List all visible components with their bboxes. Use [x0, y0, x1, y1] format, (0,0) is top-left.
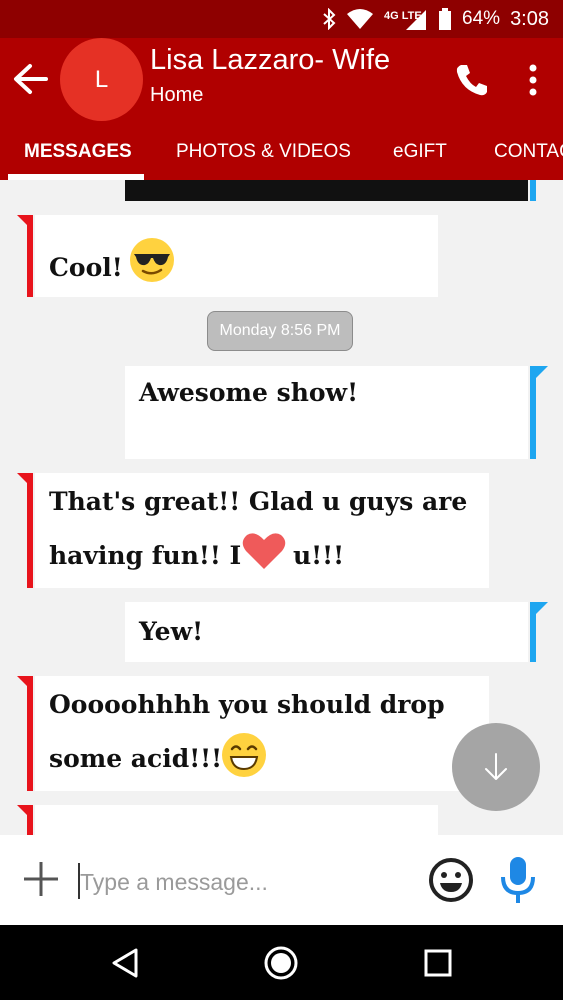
- avatar-initial: L: [94, 65, 109, 93]
- message-bubble-incoming[interactable]: That's great!! Glad u guys are having fu…: [35, 473, 489, 588]
- message-input[interactable]: [80, 865, 410, 899]
- message-bubble-incoming[interactable]: Ooooohhhh you should drop some acid!!!!: [35, 676, 489, 791]
- nav-back-icon[interactable]: [108, 945, 144, 981]
- message-text-line2: some acid!!!!: [49, 744, 234, 773]
- outgoing-accent: [530, 180, 536, 201]
- contact-subtitle: Home: [150, 84, 204, 106]
- message-text-line2b: u!!!: [293, 541, 345, 570]
- message-text: Awesome show!: [139, 378, 359, 407]
- battery-percent: 64%: [462, 8, 501, 29]
- contact-name: Lisa Lazzaro- Wife: [150, 44, 391, 76]
- add-attachment-icon[interactable]: [22, 860, 60, 898]
- wifi-icon: [346, 8, 374, 30]
- message-text-line2a: having fun!! I: [49, 541, 242, 570]
- nav-recents-icon[interactable]: [420, 945, 456, 981]
- message-bubble-outgoing[interactable]: Awesome show!: [125, 366, 528, 459]
- avatar[interactable]: L: [60, 38, 143, 121]
- outgoing-accent: [530, 366, 536, 459]
- scroll-to-bottom-button[interactable]: [452, 723, 540, 811]
- message-text: Yew!: [139, 617, 204, 646]
- clock: 3:08: [510, 7, 549, 30]
- message-bubble-outgoing[interactable]: Yew!: [125, 602, 528, 662]
- incoming-accent: [27, 676, 33, 791]
- arrow-down-icon: [485, 753, 507, 780]
- incoming-flag: [17, 676, 27, 686]
- media-thumbnail[interactable]: [125, 180, 528, 201]
- nav-home-icon[interactable]: [263, 945, 299, 981]
- incoming-flag: [17, 473, 27, 483]
- tab-contact[interactable]: CONTACT: [494, 141, 563, 163]
- more-options-icon[interactable]: [518, 60, 548, 100]
- status-bar: 4G LTE 64% 3:08: [0, 0, 563, 38]
- message-bubble-incoming[interactable]: Cool!: [35, 215, 438, 297]
- message-text: Cool!: [49, 253, 123, 282]
- emoji-picker-icon[interactable]: [428, 857, 474, 903]
- incoming-accent: [27, 805, 33, 835]
- tab-egift[interactable]: eGIFT: [393, 141, 447, 163]
- bluetooth-icon: [322, 8, 336, 30]
- incoming-accent: [27, 215, 33, 297]
- tab-messages[interactable]: MESSAGES: [24, 141, 132, 163]
- sunglasses-emoji-icon: [129, 237, 175, 289]
- message-text-line1: Ooooohhhh you should drop: [49, 690, 445, 719]
- outgoing-flag: [536, 602, 548, 614]
- back-arrow-icon[interactable]: [10, 58, 52, 100]
- grinning-emoji-icon: [221, 732, 267, 784]
- heart-emoji-icon: [241, 531, 287, 577]
- incoming-flag: [17, 215, 27, 225]
- app-bar: L Lisa Lazzaro- Wife Home: [0, 38, 563, 125]
- microphone-icon[interactable]: [498, 855, 538, 905]
- incoming-accent: [27, 473, 33, 588]
- tab-bar: MESSAGES PHOTOS & VIDEOS eGIFT CONTACT: [0, 125, 563, 180]
- tab-photos-videos[interactable]: PHOTOS & VIDEOS: [176, 141, 351, 163]
- phone-icon[interactable]: [452, 60, 492, 100]
- battery-icon: [438, 7, 452, 31]
- incoming-flag: [17, 805, 27, 815]
- lte-icon: 4G LTE: [384, 7, 428, 31]
- message-text-line1: That's great!! Glad u guys are: [49, 487, 468, 516]
- outgoing-flag: [536, 366, 548, 378]
- timestamp-divider: Monday 8:56 PM: [207, 311, 353, 351]
- message-composer: [0, 835, 563, 925]
- system-nav-bar: [0, 925, 563, 1000]
- message-bubble-incoming[interactable]: [35, 805, 438, 835]
